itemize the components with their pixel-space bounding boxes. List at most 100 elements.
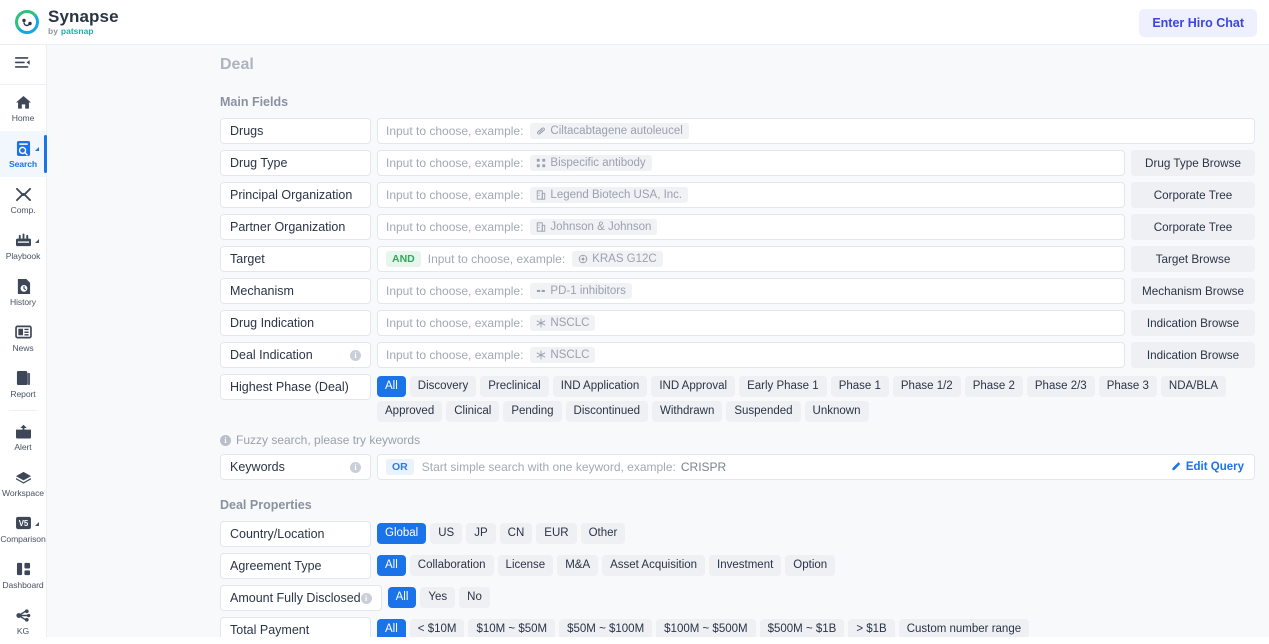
phase-chip-nda-bla[interactable]: NDA/BLA xyxy=(1160,376,1227,397)
chip-all[interactable]: All xyxy=(377,619,406,637)
phase-chip-phase-2-3[interactable]: Phase 2/3 xyxy=(1026,376,1095,397)
edit-query-button[interactable]: Edit Query xyxy=(1171,460,1246,474)
chip-1b[interactable]: > $1B xyxy=(848,619,895,637)
chip-jp[interactable]: JP xyxy=(466,523,496,544)
search-input-target[interactable]: AND Input to choose, example: KRAS G12C xyxy=(377,246,1125,272)
search-input-mechanism[interactable]: Input to choose, example: PD-1 inhibitor… xyxy=(377,278,1125,304)
field-label-keywords[interactable]: Keywords i xyxy=(220,454,371,480)
field-label-amount-fully-disclosed[interactable]: Amount Fully Disclosed i xyxy=(220,585,382,611)
info-icon-amount-fully-disclosed[interactable]: i xyxy=(360,592,372,604)
sidebar-item-search[interactable]: Search xyxy=(0,131,47,177)
sidebar-item-report[interactable]: Report xyxy=(0,361,46,407)
field-label-highest-phase[interactable]: Highest Phase (Deal) xyxy=(220,374,371,400)
phase-chip-early-phase-1[interactable]: Early Phase 1 xyxy=(739,376,827,397)
phase-chip-phase-1[interactable]: Phase 1 xyxy=(830,376,889,397)
chip-50m-100m[interactable]: $50M ~ $100M xyxy=(559,619,653,637)
indication-browse-button-drug[interactable]: Indication Browse xyxy=(1131,310,1255,336)
collapse-menu-button[interactable] xyxy=(0,45,46,85)
target-browse-button[interactable]: Target Browse xyxy=(1131,246,1255,272)
chip-10m-50m[interactable]: $10M ~ $50M xyxy=(468,619,556,637)
chip-license[interactable]: License xyxy=(497,555,554,576)
corporate-tree-button-partner[interactable]: Corporate Tree xyxy=(1131,214,1255,240)
info-icon-keywords[interactable]: i xyxy=(350,461,361,473)
drug-type-browse-button[interactable]: Drug Type Browse xyxy=(1131,150,1255,176)
chip-investment[interactable]: Investment xyxy=(709,555,782,576)
chip-all[interactable]: All xyxy=(377,555,406,576)
field-label-deal-indication[interactable]: Deal Indication i xyxy=(220,342,371,368)
field-label-drugs[interactable]: Drugs xyxy=(220,118,371,144)
phase-chip-all[interactable]: All xyxy=(377,376,406,397)
sidebar-item-comp[interactable]: Comp. xyxy=(0,177,46,223)
field-label-text: Keywords xyxy=(230,460,285,474)
phase-chip-withdrawn[interactable]: Withdrawn xyxy=(652,401,723,422)
field-label-principal-organization[interactable]: Principal Organization xyxy=(220,182,371,208)
chip-option[interactable]: Option xyxy=(785,555,836,576)
chip-collaboration[interactable]: Collaboration xyxy=(409,555,494,576)
chip-asset-acquisition[interactable]: Asset Acquisition xyxy=(602,555,706,576)
chip-500m-1b[interactable]: $500M ~ $1B xyxy=(759,619,845,637)
field-label-country-location[interactable]: Country/Location xyxy=(220,521,371,547)
chevron-down-icon xyxy=(35,147,39,151)
sidebar-item-dashboard[interactable]: Dashboard xyxy=(0,552,46,598)
mechanism-browse-button[interactable]: Mechanism Browse xyxy=(1131,278,1255,304)
phase-chip-unknown[interactable]: Unknown xyxy=(804,401,869,422)
field-label-drug-type[interactable]: Drug Type xyxy=(220,150,371,176)
sidebar-item-workspace[interactable]: Workspace xyxy=(0,460,46,506)
chip-other[interactable]: Other xyxy=(580,523,626,544)
chip-yes[interactable]: Yes xyxy=(420,587,456,608)
phase-chip-pending[interactable]: Pending xyxy=(503,401,562,422)
phase-chip-preclinical[interactable]: Preclinical xyxy=(480,376,549,397)
sidebar-label-comp: Comp. xyxy=(10,204,36,215)
sidebar-item-playbook[interactable]: Playbook xyxy=(0,223,46,269)
chip-custom-number-range[interactable]: Custom number range xyxy=(898,619,1030,637)
indication-browse-button-deal[interactable]: Indication Browse xyxy=(1131,342,1255,368)
chip-m-a[interactable]: M&A xyxy=(557,555,599,576)
sidebar-item-alert[interactable]: Alert xyxy=(0,414,46,460)
field-label-drug-indication[interactable]: Drug Indication xyxy=(220,310,371,336)
field-label-target[interactable]: Target xyxy=(220,246,371,272)
chip-100m-500m[interactable]: $100M ~ $500M xyxy=(656,619,756,637)
chip-eur[interactable]: EUR xyxy=(536,523,577,544)
field-label-agreement-type[interactable]: Agreement Type xyxy=(220,553,371,579)
search-input-partner-organization[interactable]: Input to choose, example: Johnson & John… xyxy=(377,214,1125,240)
phase-chip-discontinued[interactable]: Discontinued xyxy=(565,401,649,422)
phase-chip-suspended[interactable]: Suspended xyxy=(726,401,801,422)
search-input-principal-organization[interactable]: Input to choose, example: Legend Biotech… xyxy=(377,182,1125,208)
info-icon-deal-indication[interactable]: i xyxy=(350,349,361,361)
sidebar-item-kg[interactable]: KG xyxy=(0,598,46,644)
chip-us[interactable]: US xyxy=(430,523,463,544)
sidebar-item-news[interactable]: News xyxy=(0,315,46,361)
brand-logo[interactable]: Synapse by patsnap xyxy=(0,8,119,36)
operator-badge-or[interactable]: OR xyxy=(386,459,414,475)
search-input-deal-indication[interactable]: Input to choose, example: NSCLC xyxy=(377,342,1125,368)
workspace-cube-icon xyxy=(15,469,32,486)
corporate-tree-button-principal[interactable]: Corporate Tree xyxy=(1131,182,1255,208)
phase-chip-phase-1-2[interactable]: Phase 1/2 xyxy=(892,376,961,397)
field-label-mechanism[interactable]: Mechanism xyxy=(220,278,371,304)
phase-chip-discovery[interactable]: Discovery xyxy=(409,376,477,397)
info-icon-fuzzy: i xyxy=(220,434,231,446)
sidebar-item-home[interactable]: Home xyxy=(0,85,46,131)
sidebar-item-history[interactable]: History xyxy=(0,269,46,315)
phase-chip-phase-2[interactable]: Phase 2 xyxy=(964,376,1023,397)
chip-global[interactable]: Global xyxy=(377,523,427,544)
svg-text:V5: V5 xyxy=(18,519,28,528)
phase-chip-clinical[interactable]: Clinical xyxy=(446,401,500,422)
keywords-input[interactable]: OR Start simple search with one keyword,… xyxy=(377,454,1255,480)
chip-10m[interactable]: < $10M xyxy=(409,619,465,637)
field-label-total-payment[interactable]: Total Payment xyxy=(220,617,371,637)
search-input-drug-type[interactable]: Input to choose, example: Bispecific ant… xyxy=(377,150,1125,176)
phase-chip-phase-3[interactable]: Phase 3 xyxy=(1098,376,1157,397)
search-input-drug-indication[interactable]: Input to choose, example: NSCLC xyxy=(377,310,1125,336)
operator-badge-and[interactable]: AND xyxy=(386,251,421,267)
phase-chip-approved[interactable]: Approved xyxy=(377,401,443,422)
phase-chip-ind-application[interactable]: IND Application xyxy=(552,376,648,397)
chip-no[interactable]: No xyxy=(459,587,490,608)
chip-cn[interactable]: CN xyxy=(499,523,533,544)
chip-all[interactable]: All xyxy=(387,587,417,608)
enter-hiro-chat-button[interactable]: Enter Hiro Chat xyxy=(1139,9,1257,37)
phase-chip-ind-approval[interactable]: IND Approval xyxy=(651,376,736,397)
field-label-partner-organization[interactable]: Partner Organization xyxy=(220,214,371,240)
search-input-drugs[interactable]: Input to choose, example: Ciltacabtagene… xyxy=(377,118,1255,144)
sidebar-item-comparison[interactable]: V5 Comparison xyxy=(0,506,46,552)
